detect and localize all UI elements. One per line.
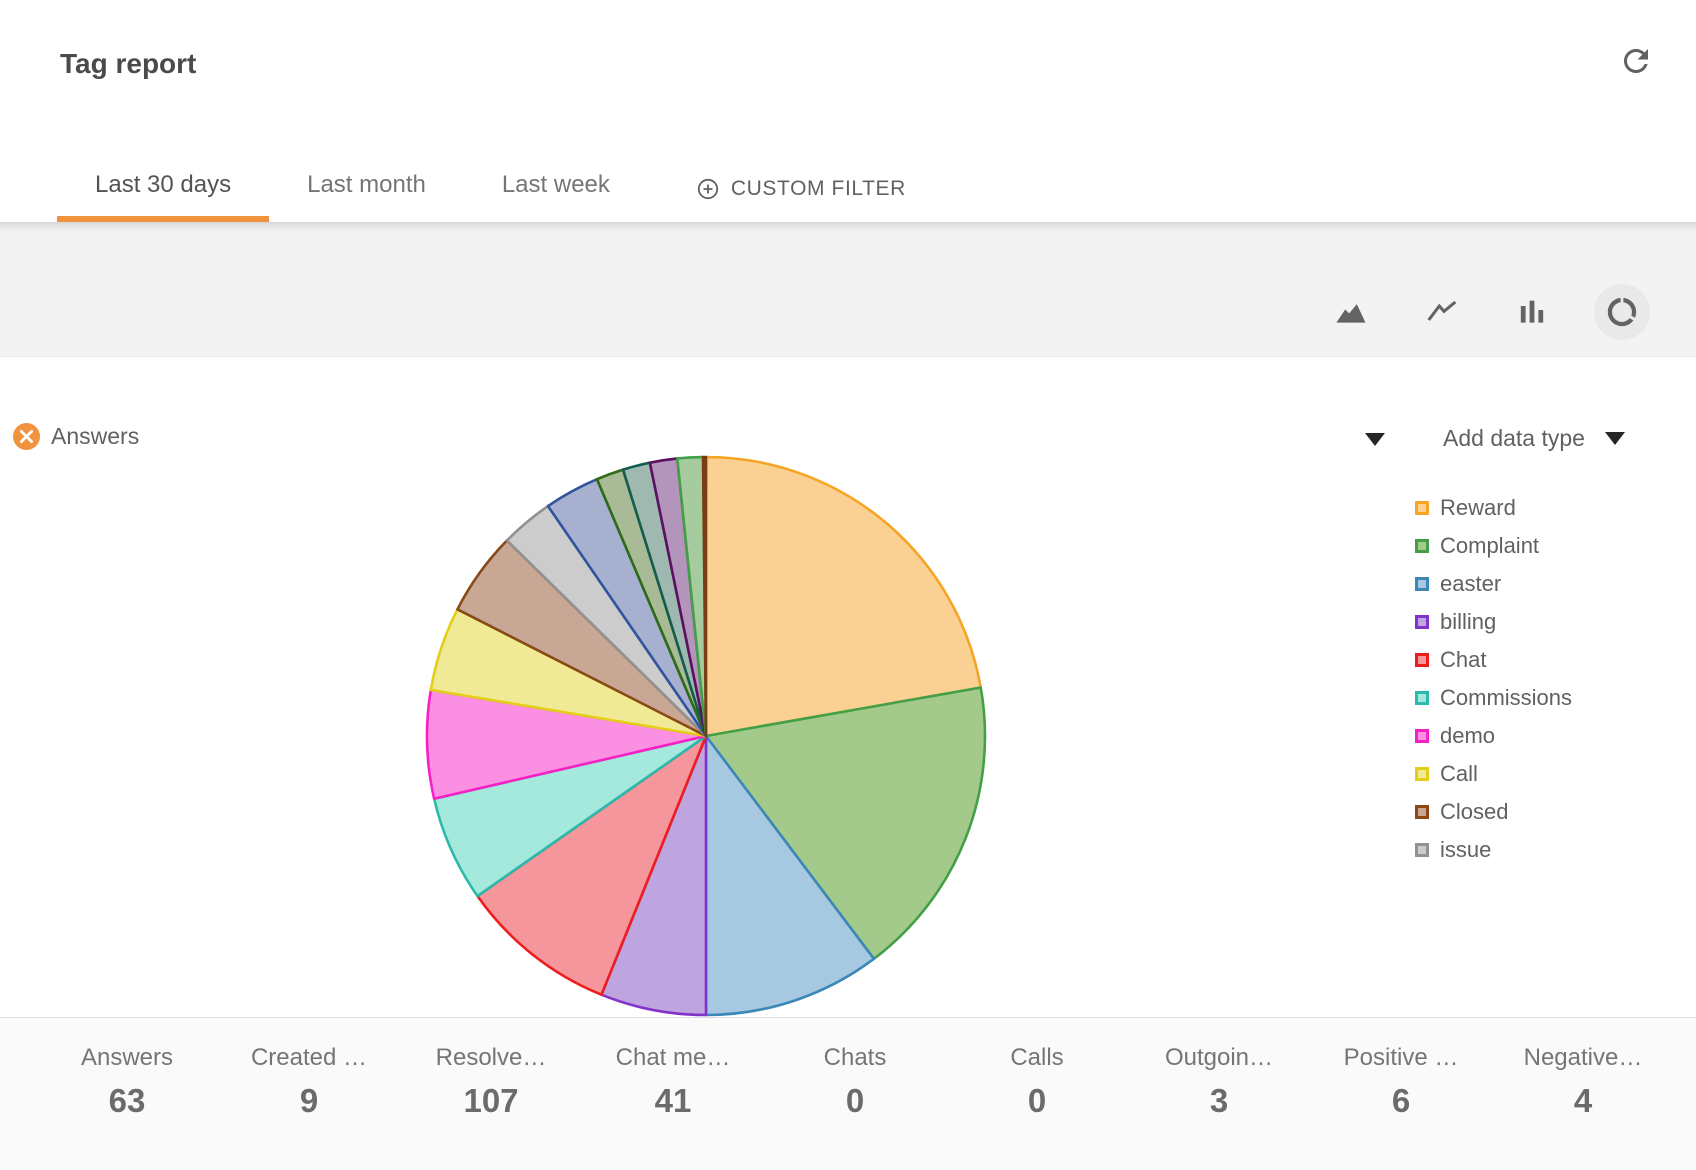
legend-swatch-icon	[1415, 539, 1429, 553]
close-icon	[19, 429, 34, 444]
remove-series-button[interactable]	[13, 423, 40, 450]
legend-item-easter: easter	[1415, 571, 1572, 597]
refresh-button[interactable]	[1616, 42, 1656, 82]
stat-positive: Positive … 6	[1310, 1044, 1492, 1170]
stat-label: Positive …	[1310, 1044, 1492, 1072]
stat-outgoin: Outgoin… 3	[1128, 1044, 1310, 1170]
stat-value: 3	[1128, 1082, 1310, 1120]
custom-filter-button[interactable]: CUSTOM FILTER	[676, 177, 926, 222]
add-data-type-chevron-down-icon	[1605, 432, 1625, 445]
add-data-type-button[interactable]: Add data type	[1443, 425, 1625, 452]
legend-swatch-icon	[1415, 615, 1429, 629]
legend-label: Call	[1440, 761, 1478, 787]
stat-value: 107	[400, 1082, 582, 1120]
legend-swatch-icon	[1415, 843, 1429, 857]
stat-value: 9	[218, 1082, 400, 1120]
tab-last-week[interactable]: Last week	[464, 171, 648, 222]
pie-chart-icon	[1605, 295, 1639, 329]
bar-chart-icon	[1516, 296, 1548, 328]
tab-last-month[interactable]: Last month	[269, 171, 464, 222]
bar-chart-button[interactable]	[1504, 284, 1560, 340]
custom-filter-label: CUSTOM FILTER	[731, 177, 906, 201]
stat-negative: Negative… 4	[1492, 1044, 1674, 1170]
legend-swatch-icon	[1415, 691, 1429, 705]
stat-answers: Answers 63	[36, 1044, 218, 1170]
tag-report-page: Tag report Last 30 daysLast monthLast we…	[0, 0, 1696, 1170]
legend-label: Complaint	[1440, 533, 1539, 559]
legend-item-closed: Closed	[1415, 799, 1572, 825]
stat-value: 0	[946, 1082, 1128, 1120]
stat-value: 63	[36, 1082, 218, 1120]
tab-bar: Last 30 daysLast monthLast week CUSTOM F…	[57, 171, 926, 222]
legend-swatch-icon	[1415, 577, 1429, 591]
stat-label: Calls	[946, 1044, 1128, 1072]
legend-item-demo: demo	[1415, 723, 1572, 749]
legend-item-call: Call	[1415, 761, 1572, 787]
area-chart-button[interactable]	[1324, 284, 1380, 340]
legend-item-billing: billing	[1415, 609, 1572, 635]
pie-chart-button[interactable]	[1594, 284, 1650, 340]
stat-created: Created … 9	[218, 1044, 400, 1170]
legend-item-commissions: Commissions	[1415, 685, 1572, 711]
header: Tag report Last 30 daysLast monthLast we…	[0, 0, 1696, 222]
series-chip-label: Answers	[51, 423, 139, 450]
legend-label: demo	[1440, 723, 1495, 749]
stat-label: Negative…	[1492, 1044, 1674, 1072]
legend-label: Commissions	[1440, 685, 1572, 711]
legend: Reward Complaint easter billing Chat Commissi…	[1415, 495, 1572, 875]
stat-chat-me: Chat me… 41	[582, 1044, 764, 1170]
legend-label: Reward	[1440, 495, 1516, 521]
line-chart-icon	[1426, 296, 1458, 328]
series-collapse-chevron-down-icon[interactable]	[1365, 433, 1385, 446]
legend-label: issue	[1440, 837, 1491, 863]
chart-type-switcher	[1324, 284, 1650, 340]
area-chart-icon	[1335, 295, 1369, 329]
legend-label: billing	[1440, 609, 1496, 635]
stat-chats: Chats 0	[764, 1044, 946, 1170]
legend-swatch-icon	[1415, 729, 1429, 743]
legend-swatch-icon	[1415, 653, 1429, 667]
tab-last-30-days[interactable]: Last 30 days	[57, 171, 269, 222]
series-chip-answers[interactable]: Answers	[13, 423, 139, 450]
stat-value: 41	[582, 1082, 764, 1120]
legend-label: Chat	[1440, 647, 1486, 673]
stat-calls: Calls 0	[946, 1044, 1128, 1170]
legend-item-complaint: Complaint	[1415, 533, 1572, 559]
page-title: Tag report	[60, 48, 196, 80]
stat-label: Chats	[764, 1044, 946, 1072]
chart-toolbar	[0, 222, 1696, 357]
add-circle-icon	[696, 177, 720, 201]
add-data-type-label: Add data type	[1443, 425, 1585, 452]
refresh-icon	[1618, 43, 1654, 79]
stat-value: 6	[1310, 1082, 1492, 1120]
legend-item-reward: Reward	[1415, 495, 1572, 521]
line-chart-button[interactable]	[1414, 284, 1470, 340]
stat-label: Chat me…	[582, 1044, 764, 1072]
chart-panel: Answers Add data type Reward Complaint eas…	[0, 357, 1696, 1017]
stat-label: Answers	[36, 1044, 218, 1072]
legend-item-chat: Chat	[1415, 647, 1572, 673]
stat-label: Created …	[218, 1044, 400, 1072]
stat-label: Outgoin…	[1128, 1044, 1310, 1072]
legend-swatch-icon	[1415, 501, 1429, 515]
stat-value: 4	[1492, 1082, 1674, 1120]
stat-resolve: Resolve… 107	[400, 1044, 582, 1170]
stats-bar: Answers63Created …9Resolve…107Chat me…41…	[0, 1017, 1696, 1170]
stat-label: Resolve…	[400, 1044, 582, 1072]
legend-swatch-icon	[1415, 767, 1429, 781]
legend-item-issue: issue	[1415, 837, 1572, 863]
legend-swatch-icon	[1415, 805, 1429, 819]
legend-label: Closed	[1440, 799, 1508, 825]
stat-value: 0	[764, 1082, 946, 1120]
legend-label: easter	[1440, 571, 1501, 597]
